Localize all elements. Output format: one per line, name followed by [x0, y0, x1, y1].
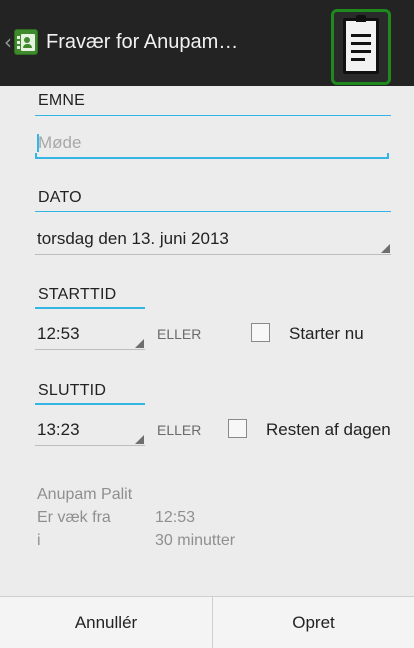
dropdown-corner-icon: [381, 244, 390, 253]
notes-button[interactable]: [331, 9, 391, 85]
dropdown-corner-icon: [135, 339, 144, 348]
starts-now-checkbox[interactable]: [251, 323, 270, 342]
start-time-spinner[interactable]: 12:53: [37, 324, 80, 344]
rest-of-day-label[interactable]: Resten af dagen: [266, 420, 414, 440]
page-title: Fravær for Anupam…: [46, 31, 239, 53]
cancel-button[interactable]: Annullér: [0, 597, 212, 648]
summary-for-label: i: [37, 532, 41, 549]
absence-form: EMNE DATO torsdag den 13. juni 2013 STAR…: [0, 86, 414, 596]
start-time-label: STARTTID: [38, 286, 117, 303]
subject-divider: [35, 115, 391, 116]
subject-label: EMNE: [38, 92, 86, 109]
dropdown-corner-icon: [135, 435, 144, 444]
date-label: DATO: [38, 189, 82, 206]
contacts-book-icon[interactable]: [14, 29, 38, 55]
summary-for-value: 30 minutter: [155, 532, 236, 549]
summary-away-from-label: Er væk fra: [37, 509, 111, 526]
clipboard-notes-icon: [343, 15, 379, 74]
action-bar: ‹ Fravær for Anupam…: [0, 0, 414, 86]
starts-now-label[interactable]: Starter nu: [289, 324, 364, 344]
start-time-underline: [35, 349, 145, 350]
end-time-spinner[interactable]: 13:23: [37, 420, 80, 440]
create-button[interactable]: Opret: [213, 597, 414, 648]
button-bar: Annullér Opret: [0, 596, 414, 648]
chevron-left-icon[interactable]: ‹: [4, 30, 12, 54]
summary-away-from-value: 12:53: [155, 509, 196, 526]
rest-of-day-checkbox[interactable]: [228, 419, 247, 438]
date-spinner[interactable]: torsdag den 13. juni 2013: [37, 229, 229, 249]
date-divider: [35, 211, 391, 212]
end-time-underline: [35, 445, 145, 446]
end-time-divider: [35, 403, 145, 405]
start-time-divider: [35, 307, 145, 309]
date-spinner-underline: [35, 254, 391, 255]
end-time-label: SLUTTID: [38, 382, 107, 399]
subject-input-underline: [35, 153, 389, 159]
or-label: ELLER: [157, 326, 202, 342]
subject-input[interactable]: [35, 128, 390, 158]
or-label: ELLER: [157, 422, 202, 438]
summary-name: Anupam Palit: [37, 486, 133, 503]
text-cursor: [37, 134, 39, 152]
